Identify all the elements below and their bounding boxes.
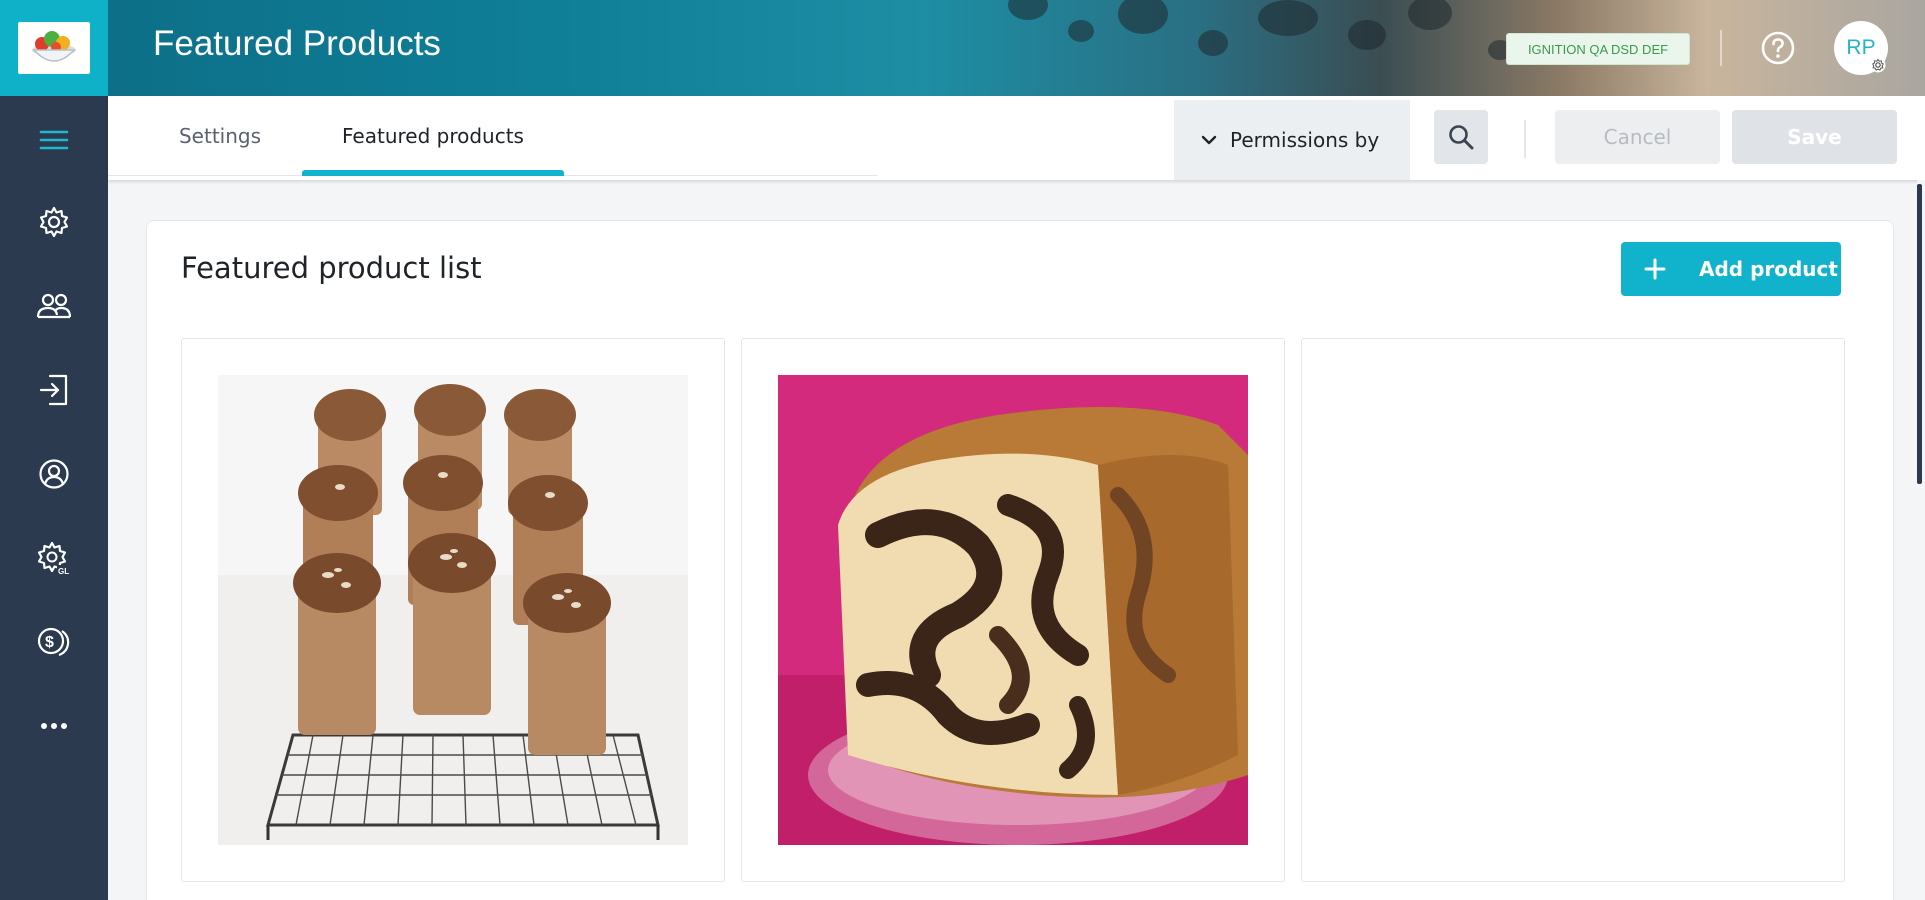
- svg-text:$: $: [45, 634, 54, 651]
- help-icon[interactable]: [1760, 30, 1796, 66]
- app-header: Featured Products IGNITION QA DSD DEF RP: [108, 0, 1925, 96]
- header-background-rock: [1408, 0, 1452, 30]
- toolbar: Settings Featured products Permissions b…: [108, 96, 1925, 180]
- product-tile[interactable]: [741, 338, 1285, 882]
- tab-settings[interactable]: Settings: [158, 96, 282, 176]
- add-product-button[interactable]: Add product: [1621, 242, 1841, 296]
- app-logo[interactable]: [0, 0, 108, 96]
- sidebar: GL $: [0, 0, 108, 900]
- more-icon[interactable]: [0, 696, 108, 756]
- menu-icon[interactable]: [0, 110, 108, 170]
- muffins-product-image: [218, 375, 688, 845]
- header-background-rock: [1008, 0, 1048, 20]
- plus-icon: [1644, 258, 1666, 280]
- user-circle-icon[interactable]: [0, 444, 108, 504]
- cancel-button[interactable]: Cancel: [1555, 110, 1720, 164]
- search-icon: [1449, 125, 1474, 150]
- page-title: Featured Products: [153, 24, 441, 63]
- save-button[interactable]: Save: [1732, 110, 1897, 164]
- permissions-label: Permissions by: [1230, 128, 1380, 152]
- gear-icon[interactable]: [0, 192, 108, 252]
- section-title: Featured product list: [181, 251, 482, 285]
- header-background-rock: [1068, 20, 1094, 42]
- featured-product-card: Featured product list Add product: [146, 220, 1894, 900]
- header-divider: [1720, 30, 1722, 66]
- product-tile[interactable]: [181, 338, 725, 882]
- login-icon[interactable]: [0, 360, 108, 420]
- scrollbar-thumb[interactable]: [1917, 184, 1922, 484]
- add-product-label: Add product: [1699, 257, 1838, 281]
- gear-gl-icon[interactable]: GL: [0, 528, 108, 588]
- toolbar-divider: [1524, 120, 1526, 158]
- chevron-down-icon: [1201, 135, 1217, 145]
- svg-text:GL: GL: [58, 567, 69, 575]
- header-background-rock: [1258, 0, 1318, 36]
- search-button[interactable]: [1434, 110, 1488, 164]
- tab-featured-products[interactable]: Featured products: [302, 96, 564, 176]
- header-background-rock: [1118, 0, 1168, 34]
- permissions-by-dropdown[interactable]: Permissions by: [1174, 100, 1410, 180]
- header-background-rock: [1198, 30, 1228, 56]
- header-background-rock: [1348, 20, 1386, 50]
- environment-badge: IGNITION QA DSD DEF: [1506, 33, 1690, 65]
- salad-bowl-logo: [18, 22, 90, 74]
- coins-icon[interactable]: $: [0, 612, 108, 672]
- marble-cake-product-image: [778, 375, 1248, 845]
- active-tab-indicator: [302, 170, 564, 176]
- users-icon[interactable]: [0, 276, 108, 336]
- avatar-settings-icon: [1870, 57, 1886, 73]
- avatar[interactable]: RP: [1834, 21, 1888, 75]
- product-tile-empty[interactable]: [1301, 338, 1845, 882]
